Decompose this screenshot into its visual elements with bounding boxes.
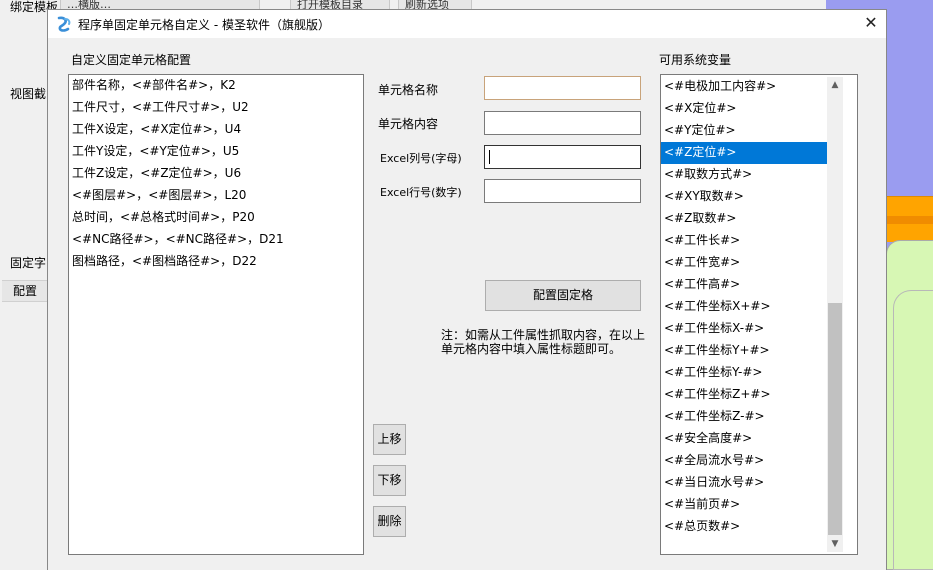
text-caret (489, 150, 490, 164)
move-down-button[interactable]: 下移 (373, 465, 406, 496)
close-button[interactable]: ✕ (856, 10, 886, 38)
system-variables-label: 可用系统变量 (659, 53, 732, 67)
list-item[interactable]: <#图层#>，<#图层#>，L20 (69, 185, 363, 207)
scrollbar-thumb[interactable] (828, 303, 842, 535)
custom-cells-label: 自定义固定单元格配置 (71, 53, 192, 67)
custom-cells-list[interactable]: 部件名称，<#部件名#>，K2 工件尺寸，<#工件尺寸#>，U2 工件X设定，<… (68, 74, 364, 555)
list-item[interactable]: 工件X设定，<#X定位#>，U4 (69, 119, 363, 141)
config-tab[interactable]: 配置 (2, 280, 48, 302)
list-item[interactable]: <#XY取数#> (661, 186, 840, 208)
list-item[interactable]: 总时间，<#总格式时间#>，P20 (69, 207, 363, 229)
list-item[interactable]: <#安全高度#> (661, 428, 840, 450)
scroll-up-arrow-icon[interactable]: ▲ (827, 77, 843, 93)
list-item[interactable]: <#NC路径#>，<#NC路径#>，D21 (69, 229, 363, 251)
excel-row-label: Excel行号(数字) (380, 186, 462, 199)
list-item[interactable]: <#工件长#> (661, 230, 840, 252)
list-item[interactable]: 工件Z设定，<#Z定位#>，U6 (69, 163, 363, 185)
list-item[interactable]: <#当日流水号#> (661, 472, 840, 494)
list-item[interactable]: <#工件坐标X-#> (661, 318, 840, 340)
list-item[interactable]: <#Z取数#> (661, 208, 840, 230)
list-item-selected[interactable]: <#Z定位#> (661, 142, 840, 164)
cell-content-label: 单元格内容 (378, 117, 439, 131)
list-item[interactable]: 部件名称，<#部件名#>，K2 (69, 75, 363, 97)
app-logo-icon (57, 16, 71, 32)
custom-cells-dialog: 程序单固定单元格自定义 - 模圣软件（旗舰版） ✕ 自定义固定单元格配置 可用系… (47, 9, 887, 570)
dialog-titlebar: 程序单固定单元格自定义 - 模圣软件（旗舰版） ✕ (48, 10, 886, 38)
fixed-field-label: 固定字 (10, 256, 47, 270)
configure-fixed-cell-button[interactable]: 配置固定格 (485, 280, 641, 311)
excel-column-label: Excel列号(字母) (380, 152, 462, 165)
orange-header-band (886, 216, 933, 224)
list-item[interactable]: 图档路径，<#图档路径#>，D22 (69, 251, 363, 273)
excel-row-input[interactable] (484, 179, 641, 203)
list-item[interactable]: <#工件坐标Y+#> (661, 340, 840, 362)
scroll-down-arrow-icon[interactable]: ▼ (827, 536, 843, 552)
list-item[interactable]: <#Y定位#> (661, 120, 840, 142)
list-item[interactable]: <#取数方式#> (661, 164, 840, 186)
cell-content-input[interactable] (484, 111, 641, 135)
cell-name-input[interactable] (484, 76, 641, 100)
hint-note: 注：如需从工件属性抓取内容，在以上单元格内容中填入属性标题即可。 (441, 328, 646, 356)
list-item[interactable]: <#X定位#> (661, 98, 840, 120)
dialog-title: 程序单固定单元格自定义 - 模圣软件（旗舰版） (78, 18, 330, 32)
list-item[interactable]: 工件尺寸，<#工件尺寸#>，U2 (69, 97, 363, 119)
list-item[interactable]: <#工件坐标Z+#> (661, 384, 840, 406)
list-item[interactable]: <#全局流水号#> (661, 450, 840, 472)
list-item[interactable]: <#总页数#> (661, 516, 840, 538)
list-item[interactable]: <#工件宽#> (661, 252, 840, 274)
list-item[interactable]: <#工件坐标Y-#> (661, 362, 840, 384)
list-item[interactable]: 工件Y设定，<#Y定位#>，U5 (69, 141, 363, 163)
list-item[interactable]: <#工件坐标Z-#> (661, 406, 840, 428)
cell-name-label: 单元格名称 (378, 83, 439, 97)
variables-list-viewport: <#电极加工内容#> <#X定位#> <#Y定位#> <#Z定位#> <#取数方… (661, 75, 840, 554)
list-item[interactable]: <#电极加工内容#> (661, 76, 840, 98)
view-capture-label: 视图截 (10, 87, 47, 101)
green-card-inner (893, 290, 933, 570)
list-item[interactable]: <#工件高#> (661, 274, 840, 296)
variables-scrollbar[interactable]: ▲ ▼ (827, 77, 843, 552)
move-up-button[interactable]: 上移 (373, 424, 406, 455)
list-item[interactable]: <#工件坐标X+#> (661, 296, 840, 318)
excel-column-input[interactable] (484, 145, 641, 169)
delete-button[interactable]: 删除 (373, 506, 406, 537)
list-item[interactable]: <#当前页#> (661, 494, 840, 516)
